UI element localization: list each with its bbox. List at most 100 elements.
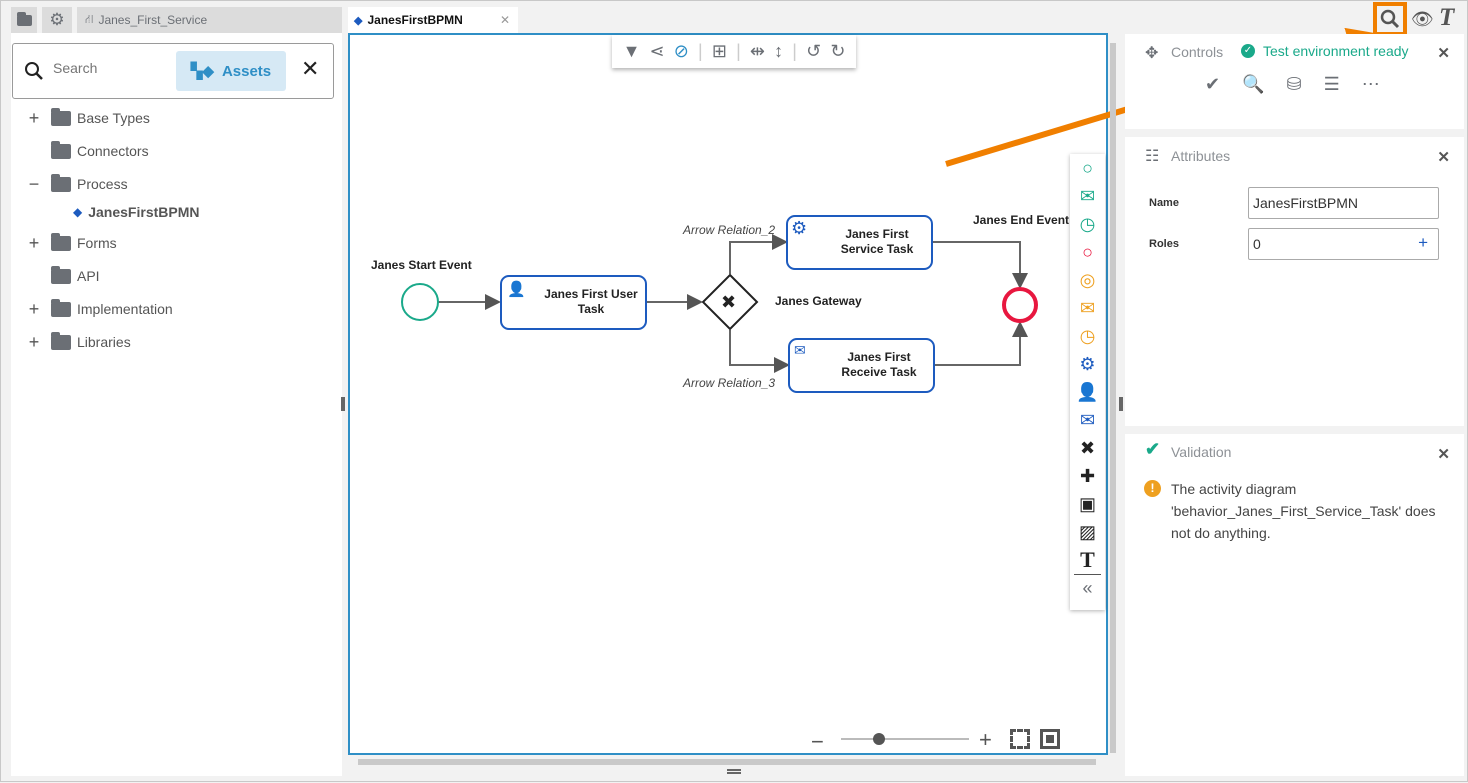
service-icon: ⛙ (85, 12, 94, 26)
lane-icon[interactable]: ▣ (1070, 490, 1105, 518)
tree-item-label: API (77, 268, 100, 284)
folder-tab-button[interactable] (11, 7, 37, 33)
search-icon (1380, 9, 1400, 29)
assets-button[interactable]: ▚◆ Assets (176, 51, 286, 91)
redo-icon[interactable]: ↻ (830, 41, 845, 62)
assets-label: Assets (221, 62, 272, 80)
validation-panel: ✔ Validation ✕ ! The activity diagram 'b… (1125, 434, 1464, 776)
search-tool-button[interactable] (1373, 2, 1407, 36)
tree-item-label: Implementation (77, 301, 173, 317)
right-splitter-handle[interactable] (1119, 397, 1123, 411)
zoom-in-icon[interactable]: + (979, 727, 992, 753)
fit-height-icon[interactable]: ↕ (774, 41, 783, 62)
expand-toggle-icon[interactable]: − (25, 174, 43, 195)
search-input[interactable] (53, 60, 173, 76)
zoom-slider-handle[interactable] (873, 733, 885, 745)
expand-toggle-icon[interactable]: + (25, 299, 43, 320)
tree-item-label: Libraries (77, 334, 131, 350)
user-task-icon[interactable]: 👤 (1070, 378, 1105, 406)
fit-width-icon[interactable]: ⇹ (750, 41, 765, 62)
grid-icon[interactable]: ⊞ (712, 41, 727, 62)
list-check-icon[interactable]: ☰ (1324, 74, 1340, 95)
settings-tab-button[interactable]: ⚙ (42, 7, 72, 33)
service-task-label: Janes First Service Task (840, 227, 914, 256)
timer-intermediate-icon[interactable]: ◷ (1070, 322, 1105, 350)
tree-item[interactable]: Connectors (25, 140, 149, 162)
tree-item[interactable]: + Libraries (25, 331, 131, 353)
double-check-icon: ✔ (1145, 439, 1161, 459)
intermediate-event-icon[interactable]: ◎ (1070, 266, 1105, 294)
name-label: Name (1149, 197, 1179, 209)
horizontal-scrollbar[interactable] (358, 759, 1096, 765)
undo-icon[interactable]: ↺ (806, 41, 821, 62)
exclusive-gateway-icon[interactable]: ✖ (1070, 434, 1105, 462)
fullscreen-icon[interactable] (1010, 729, 1030, 749)
tree-item[interactable]: + Implementation (25, 298, 173, 320)
tree-item[interactable]: + Base Types (25, 107, 150, 129)
roles-value: 0 (1253, 236, 1261, 252)
editor-tab-label: JanesFirstBPMN (367, 13, 463, 27)
tree-item-label: Base Types (77, 110, 150, 126)
diagram-canvas[interactable] (348, 33, 1108, 755)
expand-toggle-icon[interactable]: + (25, 332, 43, 353)
expand-toggle-icon[interactable]: + (25, 108, 43, 129)
expand-toggle-icon[interactable]: + (25, 233, 43, 254)
close-search-icon[interactable]: ✕ (301, 56, 319, 82)
close-attributes-icon[interactable]: ✕ (1437, 148, 1450, 166)
gateway-x-icon: ✖ (721, 292, 737, 312)
tree-item[interactable]: + Forms (25, 232, 117, 254)
arrow-relation-2-label: Arrow Relation_2 (683, 223, 776, 237)
tree-item[interactable]: ◆ JanesFirstBPMN (73, 201, 200, 223)
folder-icon (51, 298, 71, 317)
end-event-icon[interactable]: ○ (1070, 238, 1105, 266)
inspect-file-icon[interactable]: 🔍 (1242, 74, 1264, 95)
close-validation-icon[interactable]: ✕ (1437, 445, 1450, 463)
name-field[interactable]: JanesFirstBPMN (1248, 187, 1439, 219)
parallel-gateway-icon[interactable]: ✚ (1070, 462, 1105, 490)
search-icon (25, 62, 43, 80)
eye-icon[interactable]: 👁 (1411, 9, 1434, 30)
receive-task-icon[interactable]: ✉ (1070, 406, 1105, 434)
tree-item-label: Process (77, 176, 128, 192)
bpmn-icon: ◆ (354, 14, 363, 27)
project-tab[interactable]: ⛙ Janes_First_Service (77, 7, 342, 33)
bottom-splitter-handle[interactable] (727, 769, 741, 774)
receive-task-label: Janes First Receive Task (841, 350, 917, 379)
start-event-icon[interactable]: ○ (1070, 154, 1105, 182)
editor-tab[interactable]: ◆ JanesFirstBPMN ✕ (348, 7, 518, 33)
close-tab-icon[interactable]: ✕ (500, 13, 510, 27)
text-icon[interactable]: T (1070, 546, 1105, 574)
export-icon[interactable]: ▼ (623, 41, 641, 62)
roles-field[interactable]: 0 + (1248, 228, 1439, 260)
database-icon[interactable]: ⛁ (1287, 74, 1302, 95)
assets-icon: ▚◆ (190, 63, 214, 80)
fit-screen-icon[interactable] (1040, 729, 1060, 749)
message-start-icon[interactable]: ✉ (1070, 182, 1105, 210)
service-task-icon[interactable]: ⚙ (1070, 350, 1105, 378)
tree-item[interactable]: API (25, 265, 100, 287)
add-role-icon[interactable]: + (1418, 233, 1428, 253)
element-palette: ○ ✉ ◷ ○ ◎ ✉ ◷ ⚙ 👤 ✉ ✖ ✚ ▣ ▨ T « (1070, 154, 1105, 610)
hide-icon[interactable]: ⊘ (674, 41, 689, 62)
validation-title: Validation (1171, 444, 1232, 460)
collapse-palette-icon[interactable]: « (1074, 574, 1101, 602)
folder-icon (51, 173, 71, 192)
image-icon[interactable]: ▨ (1070, 518, 1105, 546)
share-icon[interactable]: ⋖ (650, 41, 665, 62)
tag-more-icon[interactable]: ⋯ (1362, 74, 1380, 95)
roles-label: Roles (1149, 238, 1179, 250)
zoom-out-icon[interactable]: − (811, 729, 824, 755)
end-event-label: Janes End Event (973, 213, 1070, 227)
tree-item[interactable]: − Process (25, 173, 128, 195)
validate-icon[interactable]: ✔ (1205, 74, 1220, 95)
close-controls-icon[interactable]: ✕ (1437, 44, 1450, 62)
gear-icon: ⚙ (49, 10, 65, 29)
vertical-scrollbar[interactable] (1110, 43, 1116, 753)
text-tool-icon[interactable]: T (1439, 4, 1454, 32)
sliders-icon: ☷ (1145, 148, 1160, 165)
message-intermediate-icon[interactable]: ✉ (1070, 294, 1105, 322)
timer-start-icon[interactable]: ◷ (1070, 210, 1105, 238)
zoom-slider[interactable] (841, 733, 969, 745)
left-splitter-handle[interactable] (341, 397, 345, 411)
status-text: Test environment ready (1263, 43, 1409, 59)
